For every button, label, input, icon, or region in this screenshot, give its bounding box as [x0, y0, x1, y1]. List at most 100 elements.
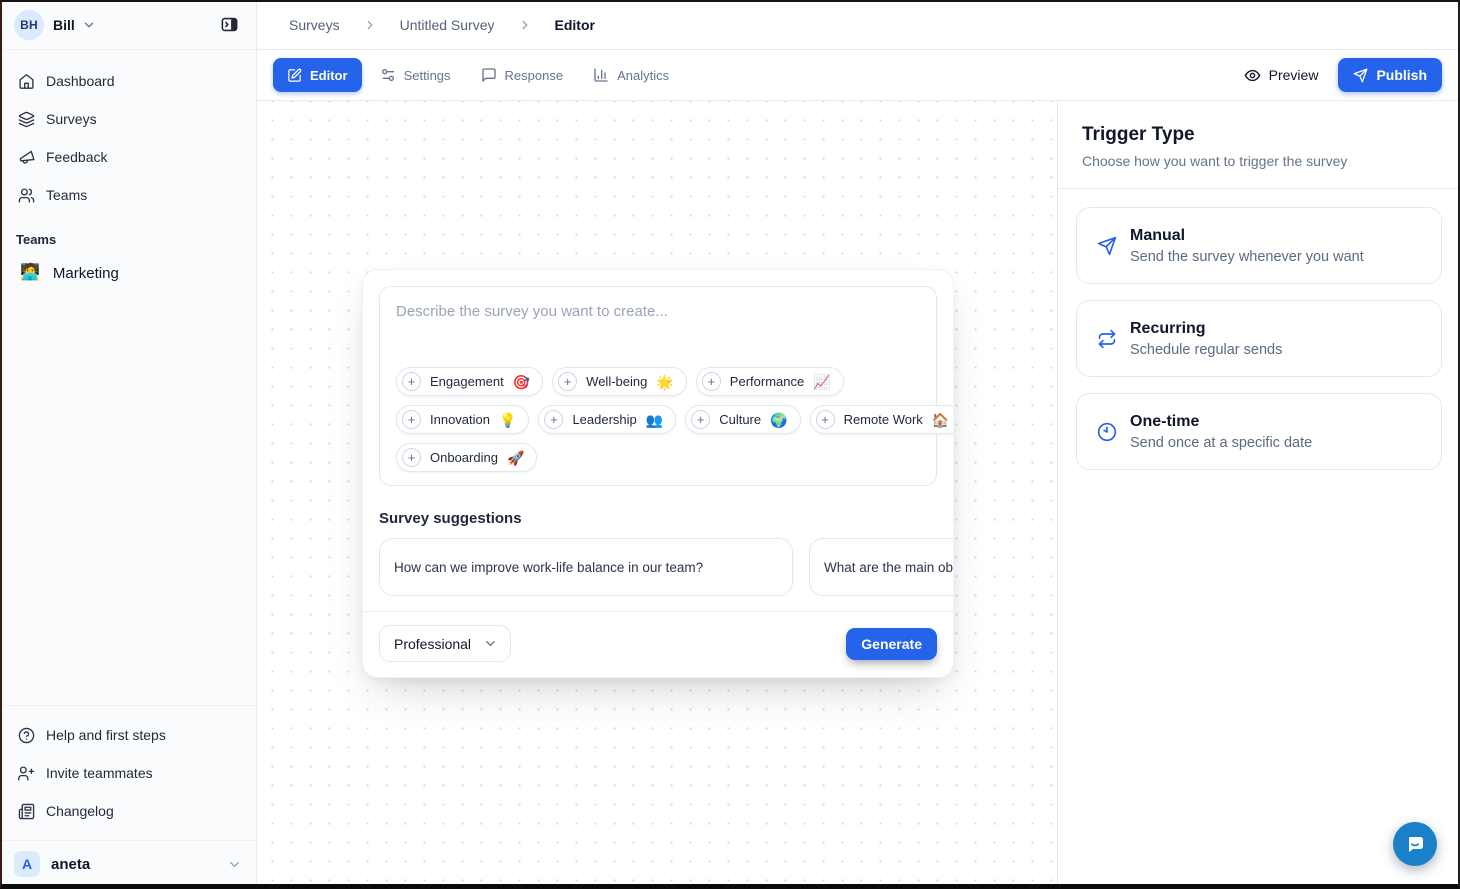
generator-footer: Professional Generate — [363, 611, 953, 677]
content-area: Describe the survey you want to create..… — [257, 101, 1460, 889]
chip-label: Leadership — [572, 412, 636, 427]
send-icon — [1353, 68, 1368, 83]
trigger-option-description: Send once at a specific date — [1130, 435, 1312, 451]
sidebar-nav: Dashboard Surveys Feedback Teams — [0, 50, 256, 216]
breadcrumb-surveys[interactable]: Surveys — [289, 17, 340, 33]
tone-selected-value: Professional — [394, 636, 471, 652]
panel-body: Manual Send the survey whenever you want… — [1058, 189, 1460, 504]
tab-settings[interactable]: Settings — [368, 58, 463, 92]
chevron-down-icon — [227, 857, 242, 872]
trigger-option-manual[interactable]: Manual Send the survey whenever you want — [1076, 207, 1442, 284]
topic-chip-innovation[interactable]: + Innovation 💡 — [396, 405, 529, 434]
eye-icon — [1244, 67, 1261, 84]
panel-header: Trigger Type Choose how you want to trig… — [1058, 101, 1460, 189]
sidebar-item-label: Help and first steps — [46, 727, 166, 743]
survey-prompt-input[interactable]: Describe the survey you want to create..… — [379, 286, 937, 486]
chevron-down-icon — [483, 636, 498, 651]
sidebar-item-marketing[interactable]: 🧑‍💻 Marketing — [10, 255, 246, 291]
tab-editor[interactable]: Editor — [273, 58, 362, 92]
tone-select[interactable]: Professional — [379, 625, 511, 662]
survey-generator-card: Describe the survey you want to create..… — [362, 269, 954, 678]
newspaper-icon — [18, 803, 35, 820]
collapse-sidebar-button[interactable] — [214, 10, 244, 40]
suggestion-card[interactable]: What are the main ob — [809, 538, 953, 596]
panel-subtitle: Choose how you want to trigger the surve… — [1082, 153, 1436, 169]
sidebar-footer-nav: Help and first steps Invite teammates Ch… — [0, 705, 256, 834]
tab-label: Analytics — [617, 68, 669, 83]
square-pen-icon — [287, 68, 302, 83]
sidebar-item-label: Feedback — [46, 149, 107, 165]
preview-button[interactable]: Preview — [1244, 67, 1319, 84]
trigger-option-recurring[interactable]: Recurring Schedule regular sends — [1076, 300, 1442, 377]
message-square-icon — [481, 67, 497, 83]
suggestion-card[interactable]: How can we improve work-life balance in … — [379, 538, 793, 596]
generate-button[interactable]: Generate — [846, 628, 937, 660]
team-label: Marketing — [53, 265, 119, 282]
breadcrumb: Surveys Untitled Survey Editor — [257, 0, 1460, 50]
trigger-type-panel: Trigger Type Choose how you want to trig… — [1058, 101, 1460, 889]
suggestions-title: Survey suggestions — [379, 510, 953, 527]
bulb-emoji-icon: 💡 — [499, 413, 516, 427]
trigger-option-one-time[interactable]: One-time Send once at a specific date — [1076, 393, 1442, 470]
trigger-option-text: Manual Send the survey whenever you want — [1130, 227, 1364, 265]
sidebar-spacer — [0, 291, 256, 705]
suggestions-section: Survey suggestions How can we improve wo… — [363, 486, 953, 611]
account-menu[interactable]: A aneta — [0, 840, 256, 889]
topic-chip-remote-work[interactable]: + Remote Work 🏠 — [810, 405, 954, 434]
account-avatar: A — [14, 851, 40, 877]
chip-label: Performance — [730, 374, 804, 389]
topic-chip-performance[interactable]: + Performance 📈 — [696, 367, 844, 396]
tab-response[interactable]: Response — [469, 58, 576, 92]
plus-icon: + — [558, 372, 577, 391]
chevron-right-icon — [363, 18, 377, 32]
publish-button[interactable]: Publish — [1338, 58, 1442, 92]
send-icon — [1097, 236, 1117, 256]
dart-emoji-icon: 🎯 — [513, 375, 530, 389]
plus-icon: + — [691, 410, 710, 429]
sidebar-item-changelog[interactable]: Changelog — [10, 794, 246, 828]
technologist-emoji-icon: 🧑‍💻 — [20, 265, 40, 281]
sidebar-item-teams[interactable]: Teams — [10, 178, 246, 212]
chevron-right-icon — [518, 18, 532, 32]
trigger-option-text: One-time Send once at a specific date — [1130, 413, 1312, 451]
settings-icon — [380, 67, 396, 83]
sidebar-item-help[interactable]: Help and first steps — [10, 718, 246, 752]
plus-icon: + — [816, 410, 835, 429]
plus-icon: + — [402, 410, 421, 429]
sidebar-item-label: Surveys — [46, 111, 97, 127]
topic-chip-well-being[interactable]: + Well-being 🌟 — [552, 367, 687, 396]
repeat-icon — [1097, 329, 1117, 349]
trigger-option-title: Manual — [1130, 227, 1364, 245]
sidebar-item-dashboard[interactable]: Dashboard — [10, 64, 246, 98]
preview-label: Preview — [1269, 67, 1319, 83]
prompt-placeholder: Describe the survey you want to create..… — [396, 303, 920, 320]
sidebar-item-surveys[interactable]: Surveys — [10, 102, 246, 136]
editor-canvas[interactable]: Describe the survey you want to create..… — [257, 101, 1058, 889]
sidebar-item-invite[interactable]: Invite teammates — [10, 756, 246, 790]
trigger-option-description: Send the survey whenever you want — [1130, 249, 1364, 265]
chat-bubble-icon — [1403, 832, 1427, 856]
workspace-switcher[interactable]: BH Bill — [0, 0, 256, 50]
plus-icon: + — [402, 372, 421, 391]
chip-label: Engagement — [430, 374, 504, 389]
chat-launcher-button[interactable] — [1393, 822, 1437, 866]
topic-chip-culture[interactable]: + Culture 🌍 — [685, 405, 800, 434]
topic-chip-leadership[interactable]: + Leadership 👥 — [538, 405, 676, 434]
trigger-option-description: Schedule regular sends — [1130, 342, 1282, 358]
breadcrumb-editor: Editor — [555, 17, 595, 33]
toolbar-right: Preview Publish — [1244, 58, 1442, 92]
users-icon — [18, 187, 35, 204]
prompt-section: Describe the survey you want to create..… — [363, 270, 953, 486]
workspace-name: Bill — [53, 17, 75, 33]
publish-label: Publish — [1376, 67, 1427, 83]
globe-emoji-icon: 🌍 — [770, 413, 787, 427]
panel-title: Trigger Type — [1082, 124, 1436, 146]
plus-icon: + — [402, 448, 421, 467]
megaphone-icon — [18, 149, 35, 166]
chart-up-emoji-icon: 📈 — [813, 375, 830, 389]
tab-analytics[interactable]: Analytics — [581, 58, 681, 92]
topic-chip-engagement[interactable]: + Engagement 🎯 — [396, 367, 543, 396]
topic-chip-onboarding[interactable]: + Onboarding 🚀 — [396, 443, 537, 472]
breadcrumb-untitled-survey[interactable]: Untitled Survey — [400, 17, 495, 33]
sidebar-item-feedback[interactable]: Feedback — [10, 140, 246, 174]
